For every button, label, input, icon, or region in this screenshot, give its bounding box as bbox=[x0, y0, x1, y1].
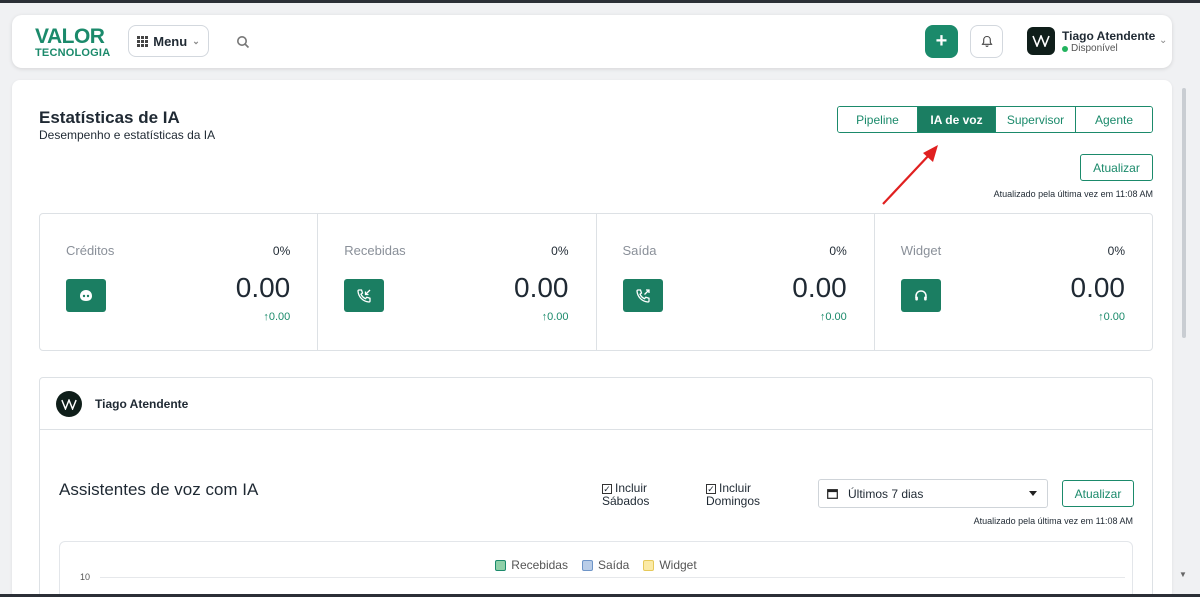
y-axis-tick: 10 bbox=[80, 572, 91, 582]
checkbox-label-2: Domingos bbox=[706, 494, 761, 508]
chart-gridline bbox=[100, 577, 1125, 578]
legend-swatch bbox=[495, 559, 507, 571]
include-saturdays-checkbox[interactable]: ✓ Incluir Sábados bbox=[602, 482, 649, 508]
legend-swatch bbox=[581, 559, 593, 571]
va-monogram-icon bbox=[1032, 35, 1050, 47]
add-button[interactable]: + bbox=[925, 25, 958, 58]
va-monogram-icon bbox=[61, 398, 77, 410]
stat-delta-value: 0.00 bbox=[1103, 311, 1125, 323]
outgoing-call-icon bbox=[622, 279, 663, 312]
user-name[interactable]: Tiago Atendente bbox=[1062, 29, 1155, 43]
tab-agente[interactable]: Agente bbox=[1075, 107, 1152, 132]
section-title: Assistentes de voz com IA bbox=[59, 480, 259, 499]
page-subtitle: Desempenho e estatísticas da IA bbox=[39, 128, 216, 142]
bell-icon bbox=[980, 35, 993, 47]
refresh-button[interactable]: Atualizar bbox=[1080, 154, 1153, 181]
menu-button[interactable]: Menu ⌄ bbox=[128, 25, 209, 57]
stat-label: Recebidas bbox=[344, 243, 406, 258]
chart-legend: Recebidas Saída Widget bbox=[60, 558, 1132, 572]
date-range-value: Últimos 7 dias bbox=[848, 486, 924, 501]
stat-delta-value: 0.00 bbox=[268, 311, 291, 323]
section-refresh-button[interactable]: Atualizar bbox=[1062, 480, 1134, 507]
legend-label: Widget bbox=[659, 558, 697, 572]
section-header: Tiago Atendente bbox=[40, 378, 1152, 430]
headset-icon bbox=[900, 279, 941, 312]
stat-delta-value: 0.00 bbox=[547, 311, 569, 323]
stat-value: 0.00 bbox=[514, 272, 569, 303]
main-panel: Estatísticas de IA Desempenho e estatíst… bbox=[12, 80, 1172, 597]
caret-down-icon bbox=[1029, 491, 1037, 496]
stats-cards: Créditos 0% 0.00 ↑0.00 Recebidas 0% 0.00… bbox=[39, 213, 1153, 351]
checkbox-checked-icon[interactable]: ✓ bbox=[602, 484, 612, 494]
plus-icon: + bbox=[935, 30, 948, 52]
checkbox-label-2: Sábados bbox=[602, 494, 650, 508]
legend-swatch bbox=[643, 559, 655, 571]
stat-value: 0.00 bbox=[235, 272, 291, 303]
stat-delta: ↑0.00 bbox=[1098, 311, 1125, 323]
voice-assistants-chart: Recebidas Saída Widget 10 bbox=[59, 541, 1133, 597]
apps-grid-icon bbox=[137, 35, 149, 47]
legend-label: Saída bbox=[597, 558, 630, 572]
stat-label: Widget bbox=[900, 243, 942, 258]
page-title: Estatísticas de IA bbox=[39, 108, 180, 127]
chevron-down-icon: ⌄ bbox=[192, 35, 200, 46]
checkbox-label: Incluir bbox=[615, 481, 648, 495]
brand-logo[interactable]: VALOR TECNOLOGIA bbox=[35, 26, 110, 59]
checkbox-label: Incluir bbox=[719, 481, 752, 495]
menu-label: Menu bbox=[153, 33, 188, 49]
scrollbar-thumb[interactable] bbox=[1182, 88, 1186, 338]
stat-delta: ↑0.00 bbox=[542, 311, 569, 323]
include-sundays-checkbox[interactable]: ✓ Incluir Domingos bbox=[706, 482, 760, 508]
tab-supervisor[interactable]: Supervisor bbox=[995, 107, 1075, 132]
stat-card-recebidas: Recebidas 0% 0.00 ↑0.00 bbox=[317, 214, 595, 350]
stat-card-saida: Saída 0% 0.00 ↑0.00 bbox=[595, 214, 874, 350]
stat-delta: ↑0.00 bbox=[263, 311, 290, 323]
stat-delta-value: 0.00 bbox=[825, 311, 847, 323]
legend-item-recebidas[interactable]: Recebidas bbox=[495, 558, 568, 572]
user-status: Disponível bbox=[1062, 43, 1118, 54]
logo-wordmark: VALOR bbox=[35, 25, 105, 48]
stat-percent: 0% bbox=[1107, 244, 1125, 258]
top-navigation-bar: VALOR TECNOLOGIA Menu ⌄ + Tiago Atendent… bbox=[12, 15, 1172, 68]
section-last-updated-text: Atualizado pela última vez em 11:08 AM bbox=[973, 516, 1133, 526]
stat-delta: ↑0.00 bbox=[820, 311, 847, 323]
robot-icon bbox=[66, 279, 106, 312]
date-range-select[interactable]: Últimos 7 dias bbox=[818, 479, 1048, 508]
stat-label: Saída bbox=[622, 243, 657, 258]
stat-percent: 0% bbox=[272, 244, 291, 258]
section-user-name: Tiago Atendente bbox=[95, 397, 189, 411]
legend-item-widget[interactable]: Widget bbox=[643, 558, 697, 572]
legend-item-saida[interactable]: Saída bbox=[581, 558, 630, 572]
status-dot-icon bbox=[1062, 45, 1068, 52]
scroll-down-arrow-icon[interactable]: ▼ bbox=[1179, 570, 1187, 579]
voice-assistants-section: Tiago Atendente Assistentes de voz com I… bbox=[39, 377, 1153, 597]
annotation-arrow bbox=[882, 145, 938, 205]
window-top-edge bbox=[0, 0, 1200, 3]
stat-value: 0.00 bbox=[1070, 272, 1126, 303]
stat-card-creditos: Créditos 0% 0.00 ↑0.00 bbox=[40, 214, 317, 350]
user-menu-chevron-icon[interactable]: ⌄ bbox=[1159, 35, 1167, 46]
checkbox-checked-icon[interactable]: ✓ bbox=[706, 484, 716, 494]
stat-card-widget: Widget 0% 0.00 ↑0.00 bbox=[873, 214, 1152, 350]
tab-ia-de-voz[interactable]: IA de voz bbox=[917, 107, 995, 132]
user-avatar[interactable] bbox=[1027, 27, 1055, 55]
tab-pipeline[interactable]: Pipeline bbox=[838, 107, 917, 132]
logo-subtitle: TECNOLOGIA bbox=[35, 47, 111, 59]
stats-tab-group: Pipeline IA de voz Supervisor Agente bbox=[837, 106, 1153, 133]
stat-percent: 0% bbox=[551, 244, 569, 258]
incoming-call-icon bbox=[344, 279, 385, 312]
calendar-icon bbox=[827, 489, 838, 499]
search-icon[interactable] bbox=[236, 35, 250, 49]
last-updated-text: Atualizado pela última vez em 11:08 AM bbox=[993, 189, 1153, 199]
user-avatar bbox=[56, 391, 82, 417]
stat-label: Créditos bbox=[66, 243, 115, 258]
stat-value: 0.00 bbox=[792, 272, 847, 303]
user-status-label: Disponível bbox=[1071, 43, 1118, 54]
legend-label: Recebidas bbox=[511, 558, 568, 572]
notifications-button[interactable] bbox=[970, 25, 1003, 58]
stat-percent: 0% bbox=[829, 244, 847, 258]
